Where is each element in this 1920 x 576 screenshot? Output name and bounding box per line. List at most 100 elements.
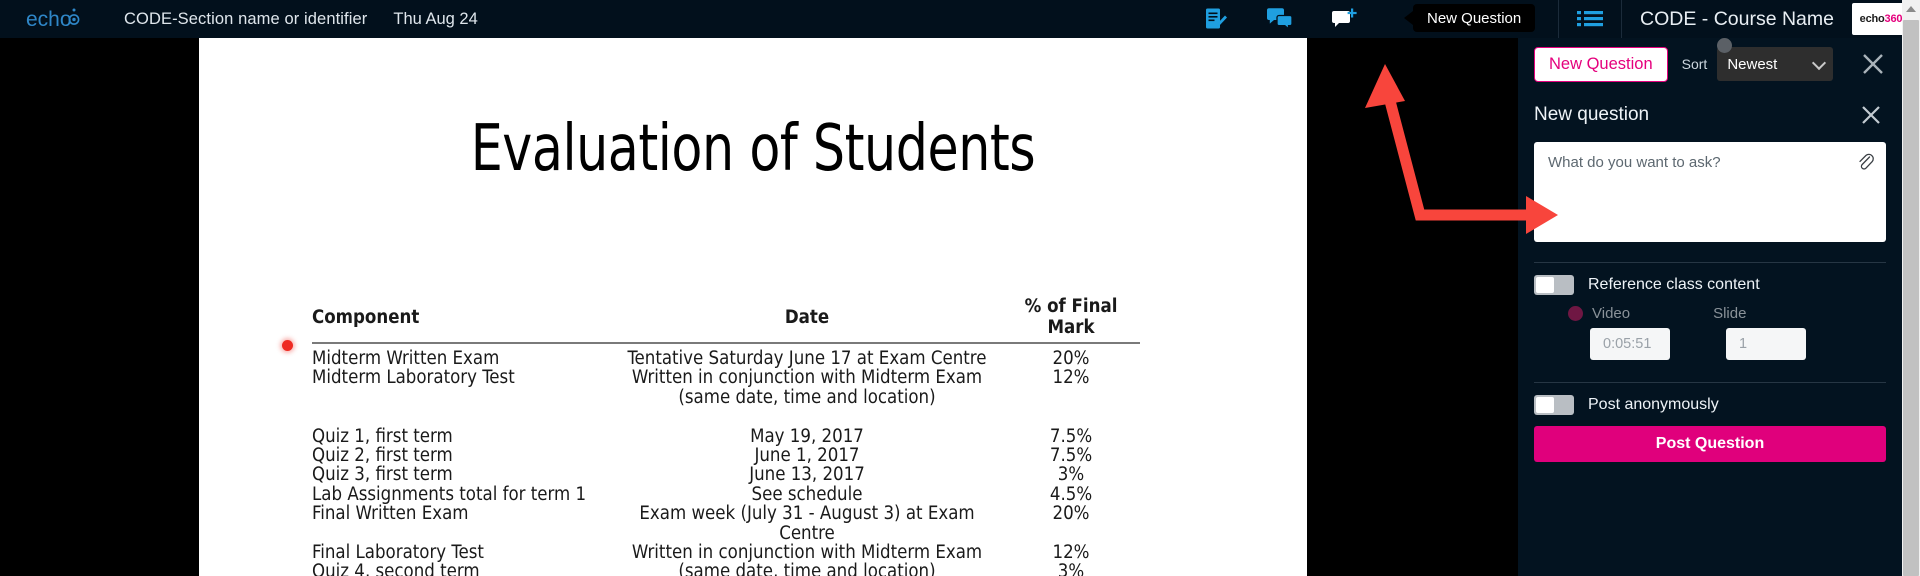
- brand-suffix: 360: [1884, 13, 1903, 25]
- cell-pct: 4.5%: [1049, 483, 1093, 505]
- cell-pct: 20%: [1052, 348, 1090, 369]
- slide-radio[interactable]: [1717, 38, 1732, 53]
- cell-date: Written in conjunction with Midterm Exam: [631, 542, 983, 564]
- post-question-button[interactable]: Post Question: [1534, 426, 1886, 462]
- slide-radio-label: Slide: [1713, 305, 1747, 322]
- cell-pct: 3%: [1057, 561, 1085, 576]
- cell-component: Final Laboratory Test: [312, 542, 484, 564]
- new-question-button[interactable]: New Question: [1534, 46, 1668, 82]
- video-time-input[interactable]: 0:05:51: [1590, 328, 1670, 360]
- close-form-button[interactable]: [1856, 100, 1886, 130]
- evaluation-table-wrap: Component Date % of Final Mark Midterm W…: [199, 296, 1307, 576]
- new-question-icon[interactable]: [1322, 0, 1366, 38]
- reference-radio-row: Video Slide: [1568, 38, 1886, 322]
- qa-panel-header: New Question Sort Newest: [1518, 38, 1902, 90]
- paperclip-icon[interactable]: [1857, 152, 1874, 176]
- cell-component: Final Written Exam: [312, 503, 469, 525]
- scroll-up-arrow-icon[interactable]: [1906, 6, 1916, 12]
- discussions-icon[interactable]: [1258, 0, 1302, 38]
- cell-date: (same date, time and location): [678, 386, 936, 408]
- table-row: Lab Assignments total for term 1 See sche…: [312, 483, 1140, 505]
- slide-stage: Evaluation of Students Component Date % …: [0, 38, 1558, 576]
- toggle-knob: [1536, 277, 1554, 293]
- slide-title: Evaluation of Students: [470, 112, 1036, 186]
- cell-date: See schedule: [751, 483, 863, 505]
- new-question-tooltip: New Question: [1403, 4, 1536, 32]
- cell-date: (same date, time and location): [678, 561, 936, 576]
- date-label: Thu Aug 24: [393, 9, 478, 28]
- cell-pct: [1002, 407, 1140, 426]
- scrollbar-thumb[interactable]: [1903, 20, 1919, 576]
- table-header-row: Component Date % of Final Mark: [312, 296, 1140, 344]
- cell-pct: 12%: [1052, 367, 1090, 389]
- table-row: Quiz 3, first term June 13, 2017 3%: [312, 464, 1140, 486]
- red-bullet-marker: [282, 340, 293, 351]
- cell-date: Tentative Saturday June 17 at Exam Centr…: [627, 348, 987, 369]
- reference-class-content-row: Reference class content: [1518, 263, 1902, 295]
- new-question-form-title: New question: [1534, 104, 1650, 125]
- table-row: (same date, time and location): [312, 386, 1140, 408]
- notes-edit-icon[interactable]: [1194, 0, 1238, 38]
- col-date: Date: [612, 296, 1002, 344]
- evaluation-table: Component Date % of Final Mark Midterm W…: [312, 296, 1140, 576]
- table-row: [312, 407, 1140, 426]
- question-placeholder: What do you want to ask?: [1548, 154, 1721, 171]
- presentation-slide[interactable]: Evaluation of Students Component Date % …: [199, 38, 1307, 576]
- sort-value: Newest: [1727, 55, 1778, 73]
- cell-component: Quiz 2, first term: [312, 445, 453, 467]
- toggle-knob: [1536, 397, 1554, 413]
- cell-component: Midterm Written Exam: [312, 348, 500, 369]
- question-textarea[interactable]: What do you want to ask?: [1534, 142, 1886, 242]
- table-row: Final Written Exam Exam week (July 31 - A…: [312, 504, 1140, 543]
- cell-pct: 7.5%: [1049, 425, 1093, 447]
- cell-date: Written in conjunction with Midterm Exam: [631, 367, 983, 389]
- table-row: Quiz 4, second term (same date, time and …: [312, 562, 1140, 576]
- cell-date: June 13, 2017: [749, 464, 865, 486]
- browser-scrollbar[interactable]: [1902, 0, 1920, 576]
- post-anonymously-toggle[interactable]: [1534, 395, 1574, 415]
- reference-field-row: 0:05:51 1: [1568, 328, 1886, 360]
- brand-text: echo: [1859, 13, 1885, 25]
- new-question-form-header: New question: [1518, 90, 1902, 138]
- table-row: Final Laboratory Test Written in conjunct…: [312, 542, 1140, 564]
- cell-pct: 7.5%: [1049, 445, 1093, 467]
- col-percent: % of Final Mark: [1002, 296, 1140, 344]
- slide-number-input[interactable]: 1: [1726, 328, 1806, 360]
- reference-class-content-label: Reference class content: [1588, 276, 1760, 293]
- sort-dropdown[interactable]: Newest: [1717, 47, 1834, 81]
- cell-date: May 19, 2017: [750, 425, 864, 447]
- cell-pct: 3%: [1057, 464, 1085, 486]
- cell-date: Exam week (July 31 - August 3) at Exam C…: [639, 503, 975, 544]
- table-row: Quiz 2, first term June 1, 2017 7.5%: [312, 445, 1140, 467]
- post-anonymously-label: Post anonymously: [1588, 396, 1719, 413]
- cell-date: June 1, 2017: [754, 445, 860, 467]
- course-name: CODE - Course Name: [1640, 7, 1834, 30]
- cell-component: [312, 388, 612, 407]
- reference-class-content-toggle[interactable]: [1534, 275, 1574, 295]
- table-row: Midterm Written Exam Tentative Saturday J…: [312, 343, 1140, 369]
- screen-root: echo CODE-Section name or identifier Thu…: [0, 0, 1920, 576]
- cell-date: [612, 407, 1002, 426]
- qa-panel: New Question Sort Newest New question Wh…: [1518, 38, 1902, 576]
- cell-component: Lab Assignments total for term 1: [312, 483, 587, 505]
- cell-pct: 12%: [1052, 542, 1090, 564]
- cell-component: [312, 407, 612, 426]
- cell-component: Quiz 3, first term: [312, 464, 453, 486]
- video-radio-label: Video: [1592, 305, 1631, 322]
- post-anonymously-row: Post anonymously: [1518, 383, 1902, 415]
- table-row: Midterm Laboratory Test Written in conjun…: [312, 367, 1140, 389]
- chevron-down-icon: [1812, 55, 1827, 71]
- cell-component: Midterm Laboratory Test: [312, 367, 515, 389]
- field-spacer: [1670, 328, 1726, 360]
- close-panel-button[interactable]: [1858, 49, 1888, 79]
- cell-component: Quiz 1, first term: [312, 425, 453, 447]
- echo-logo[interactable]: echo: [26, 7, 88, 31]
- cell-pct: 20%: [1052, 503, 1090, 525]
- cell-pct: [1002, 388, 1140, 407]
- cell-component: Quiz 4, second term: [312, 561, 480, 576]
- slide-list-icon[interactable]: [1559, 0, 1621, 38]
- section-label: CODE-Section name or identifier: [124, 9, 368, 28]
- sort-label: Sort: [1681, 56, 1708, 72]
- video-radio[interactable]: [1568, 306, 1583, 321]
- table-body: Midterm Written Exam Tentative Saturday J…: [312, 343, 1140, 576]
